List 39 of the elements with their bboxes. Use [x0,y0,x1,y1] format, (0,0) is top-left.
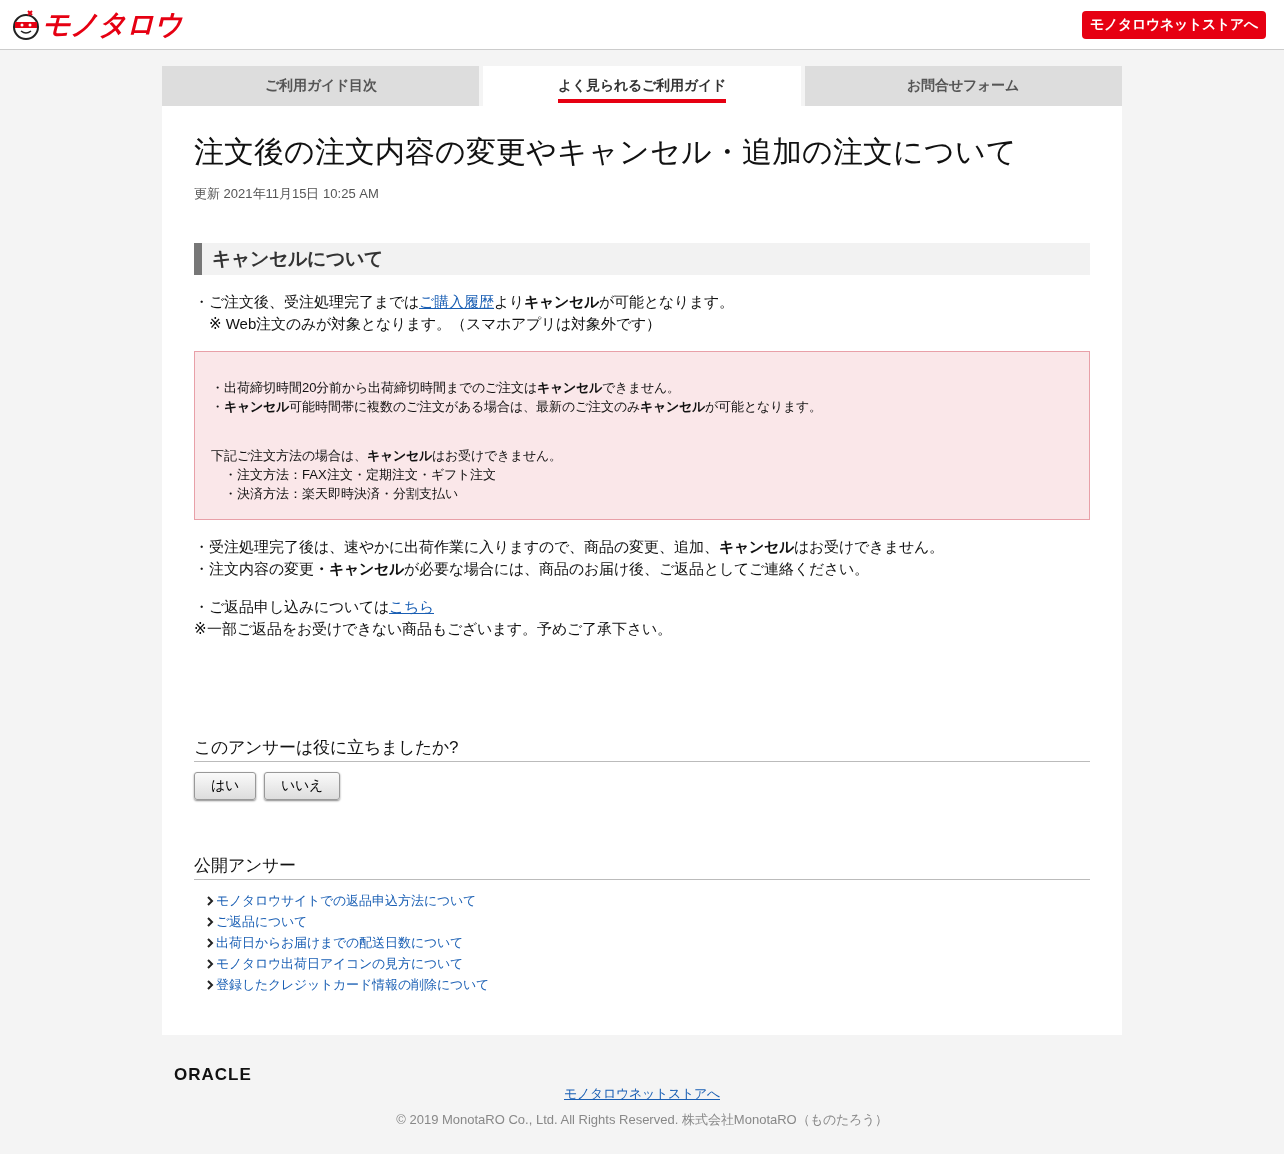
chevron-icon [206,895,214,906]
paragraph-line: ・ご注文後、受注処理完了まではご購入履歴よりキャンセルが可能となります。 [194,292,735,312]
paragraph-line: ・受注処理完了後は、速やかに出荷作業に入りますので、商品の変更、追加、キャンセルはお受けできません。 [194,537,945,557]
answer-link[interactable]: 登録したクレジットカード情報の削除について [216,974,489,995]
updated-date: 更新 2021年11月15日 10:25 AM [194,185,380,203]
chevron-icon [206,958,214,969]
mascot-logo-icon [12,9,40,40]
article-title: 注文後の注文内容の変更やキャンセル・追加の注文について [194,134,1018,170]
notice-line: ・決済方法：楽天即時決済・分割支払い [223,486,458,501]
nav-tab[interactable]: ご利用ガイド目次 [162,66,480,106]
notice-line: 下記ご注文方法の場合は、キャンセルはお受けできません。 [211,448,562,463]
notice-line: ・出荷締切時間20分前から出荷締切時間までのご注文はキャンセルできません。 [211,380,681,395]
store-link[interactable]: モノタロウネットストアへ [564,1085,720,1103]
section-heading: キャンセルについて [194,243,1090,275]
public-answers-heading: 公開アンサー [194,854,1090,880]
paragraph-line: ・ご返品申し込みについてはこちら [194,597,435,617]
chevron-icon [206,916,214,927]
nav-tab[interactable]: よく見られるご利用ガイド [483,66,801,106]
site-logo[interactable]: モノタロウ [42,5,182,44]
chevron-icon [206,937,214,948]
paragraph-line: ・注文内容の変更・キャンセルが必要な場合には、商品のお届け後、ご返品としてご連絡ください。 [194,559,870,579]
text-link[interactable]: ご購入履歴 [419,293,494,310]
paragraph-line: ※一部ご返品をお受けできない商品もございます。予めご了承下さい。 [194,619,673,639]
answer-link[interactable]: モノタロウ出荷日アイコンの見方について [216,953,463,974]
feedback-question: このアンサーは役に立ちましたか? [194,736,1090,762]
notice-line: ・注文方法：FAX注文・定期注文・ギフト注文 [223,467,496,482]
nav-tab[interactable]: お問合せフォーム [804,66,1122,106]
store-button[interactable]: モノタロウネットストアへ [1082,10,1266,39]
chevron-icon [206,979,214,990]
answer-link[interactable]: モノタロウサイトでの返品申込方法について [216,890,476,911]
paragraph-line: ※ Web注文のみが対象となります。（スマホアプリは対象外です） [208,314,663,334]
copyright-text: © 2019 MonotaRO Co., Ltd. All Rights Reserved. 株式会社MonotaRO（ものたろう） [396,1111,888,1129]
text-link[interactable]: こちら [389,598,434,615]
vendor-logo: ORACLE [174,1065,252,1085]
feedback-button[interactable]: はい [194,772,256,800]
notice-line: ・キャンセル可能時間帯に複数のご注文がある場合は、最新のご注文のみキャンセルが可能となります。 [211,399,822,414]
feedback-button[interactable]: いいえ [264,772,340,800]
answer-link[interactable]: 出荷日からお届けまでの配送日数について [216,932,463,953]
answer-link[interactable]: ご返品について [216,911,307,932]
